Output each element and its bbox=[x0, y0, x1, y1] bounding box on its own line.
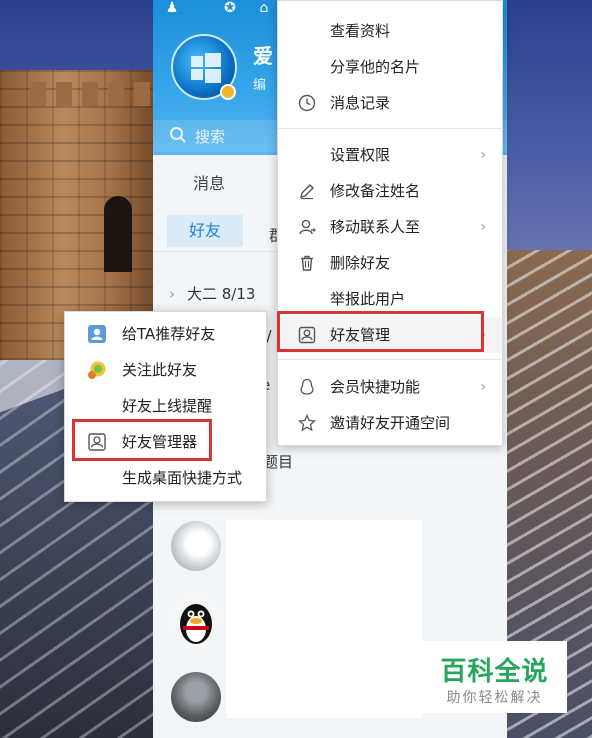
menu-separator bbox=[278, 359, 502, 360]
search-icon bbox=[170, 127, 186, 143]
move-contact-icon bbox=[299, 219, 316, 235]
friend-list-item-label[interactable]: 题目 bbox=[263, 451, 293, 472]
penguin-logo-icon: ♟ bbox=[165, 0, 179, 16]
friend-group-row[interactable]: › 大二 8/13 bbox=[169, 283, 255, 304]
penguin-icon bbox=[300, 378, 314, 395]
menu-item-set-permission[interactable]: 设置权限 › bbox=[278, 137, 502, 173]
contact-avatar-photo[interactable] bbox=[171, 672, 221, 722]
menu-item-message-history[interactable]: 消息记录 bbox=[278, 85, 502, 121]
friend-context-menu: 查看资料 分享他的名片 消息记录 设置权限 › 修改备注姓名 移动联系人至 › bbox=[277, 0, 503, 446]
menu-item-vip-shortcuts[interactable]: 会员快捷功能 › bbox=[278, 369, 502, 405]
star-badge-icon[interactable]: ✪ bbox=[219, 0, 241, 16]
contact-avatar-swan[interactable] bbox=[171, 521, 221, 571]
penguin-icon bbox=[180, 604, 212, 644]
menu-item-delete-friend[interactable]: 删除好友 bbox=[278, 245, 502, 281]
user-nickname[interactable]: 爱 bbox=[253, 40, 273, 69]
highlight-box-friend-management bbox=[277, 311, 484, 352]
menu-item-share-card[interactable]: 分享他的名片 bbox=[278, 49, 502, 85]
redacted-area bbox=[226, 520, 422, 718]
chevron-right-icon: › bbox=[480, 219, 486, 235]
contact-avatar-penguin[interactable] bbox=[171, 596, 221, 646]
subtab-friends[interactable]: 好友 bbox=[167, 215, 243, 247]
user-signature[interactable]: 编 bbox=[253, 74, 266, 93]
tab-messages[interactable]: 消息 bbox=[193, 170, 225, 194]
pencil-icon bbox=[300, 184, 314, 200]
clock-icon bbox=[298, 94, 316, 112]
star-icon bbox=[298, 414, 316, 432]
background-tower-window bbox=[104, 196, 132, 272]
online-status-icon[interactable] bbox=[220, 84, 236, 100]
submenu-item-desktop-shortcut[interactable]: 生成桌面快捷方式 bbox=[65, 460, 266, 496]
friend-group-label: 大二 8/13 bbox=[187, 285, 256, 303]
chevron-right-icon: › bbox=[480, 147, 486, 163]
menu-item-invite-qzone[interactable]: 邀请好友开通空间 bbox=[278, 405, 502, 441]
menu-item-move-contact[interactable]: 移动联系人至 › bbox=[278, 209, 502, 245]
watermark: 百科全说 助你轻松解决 bbox=[422, 641, 567, 713]
trash-icon bbox=[301, 255, 313, 271]
chevron-right-icon: › bbox=[480, 379, 486, 395]
menu-item-edit-remark[interactable]: 修改备注姓名 bbox=[278, 173, 502, 209]
watermark-subtitle: 助你轻松解决 bbox=[446, 690, 543, 706]
highlight-box-friend-manager bbox=[72, 419, 212, 461]
search-placeholder: 搜索 bbox=[195, 128, 226, 146]
follow-icon bbox=[88, 361, 106, 379]
watermark-title: 百科全说 bbox=[440, 657, 549, 687]
background-battlements bbox=[30, 82, 160, 106]
menu-separator bbox=[278, 128, 502, 129]
submenu-item-follow-friend[interactable]: 关注此好友 bbox=[65, 352, 266, 388]
submenu-item-recommend-friend[interactable]: 给TA推荐好友 bbox=[65, 316, 266, 352]
recommend-friend-icon bbox=[88, 325, 106, 343]
friend-management-submenu: 给TA推荐好友 关注此好友 好友上线提醒 好友管理器 生成桌面快捷方式 bbox=[64, 311, 267, 502]
shirt-icon[interactable]: ⌂ bbox=[253, 0, 275, 16]
menu-item-view-profile[interactable]: 查看资料 bbox=[278, 13, 502, 49]
chevron-right-icon: › bbox=[169, 285, 175, 303]
